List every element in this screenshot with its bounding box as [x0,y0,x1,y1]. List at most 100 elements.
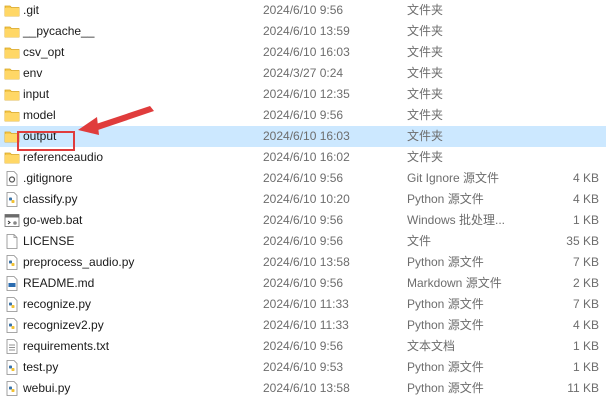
file-type: Python 源文件 [407,360,484,374]
file-date-modified: 2024/6/10 16:03 [263,129,350,143]
file-row[interactable]: webui.py 2024/6/10 13:58 Python 源文件 11 KB [0,378,606,399]
file-date-modified: 2024/6/10 16:03 [263,45,350,59]
file-name: requirements.txt [23,339,110,353]
file-list: .git 2024/6/10 9:56 文件夹 __pycache__ 2024/6/1… [0,0,606,399]
file-row[interactable]: __pycache__ 2024/6/10 13:59 文件夹 [0,21,606,42]
file-size: 4 KB [572,192,599,206]
folder-icon [4,108,20,123]
file-size: 1 KB [572,213,599,227]
file-row[interactable]: classify.py 2024/6/10 10:20 Python 源文件 4 KB [0,189,606,210]
file-type: 文件夹 [407,129,444,143]
file-date-modified: 2024/6/10 11:33 [263,318,349,332]
file-date-modified: 2024/6/10 9:56 [263,108,344,122]
file-size: 7 KB [572,255,599,269]
file-name: README.md [23,276,95,290]
file-name: recognize.py [23,297,92,311]
file-size: 11 KB [567,381,599,395]
file-name: .git [23,3,40,17]
file-date-modified: 2024/6/10 9:56 [263,171,344,185]
file-type: 文件夹 [407,3,444,17]
python-file-icon [4,360,20,375]
file-type: 文件夹 [407,150,444,164]
file-date-modified: 2024/6/10 9:56 [263,213,344,227]
folder-icon [4,66,20,81]
file-row[interactable]: recognize.py 2024/6/10 11:33 Python 源文件 7 K… [0,294,606,315]
file-date-modified: 2024/6/10 9:56 [263,339,344,353]
file-name: model [23,108,56,122]
folder-icon [4,87,20,102]
file-name: classify.py [23,192,78,206]
python-file-icon [4,192,20,207]
file-date-modified: 2024/6/10 9:56 [263,234,344,248]
file-type: Python 源文件 [407,297,484,311]
file-row[interactable]: .gitignore 2024/6/10 9:56 Git Ignore 源文件 4 … [0,168,606,189]
file-type: Python 源文件 [407,381,484,395]
file-row[interactable]: requirements.txt 2024/6/10 9:56 文本文档 1 KB [0,336,606,357]
file-name: recognizev2.py [23,318,104,332]
gitignore-file-icon [4,171,20,186]
file-size: 35 KB [566,234,599,248]
file-name: csv_opt [23,45,65,59]
file-date-modified: 2024/6/10 13:58 [263,381,350,395]
file-size: 2 KB [572,276,599,290]
file-row[interactable]: referenceaudio 2024/6/10 16:02 文件夹 [0,147,606,168]
folder-icon [4,45,20,60]
file-row[interactable]: env 2024/3/27 0:24 文件夹 [0,63,606,84]
file-date-modified: 2024/6/10 13:58 [263,255,350,269]
file-size: 4 KB [572,318,599,332]
file-size: 7 KB [572,297,599,311]
file-name: webui.py [23,381,71,395]
file-row[interactable]: LICENSE 2024/6/10 9:56 文件 35 KB [0,231,606,252]
python-file-icon [4,255,20,270]
file-date-modified: 2024/6/10 13:59 [263,24,350,38]
file-name: go-web.bat [23,213,83,227]
file-type: Python 源文件 [407,318,484,332]
file-date-modified: 2024/6/10 9:56 [263,276,344,290]
file-type: Windows 批处理... [407,213,506,227]
file-row[interactable]: .git 2024/6/10 9:56 文件夹 [0,0,606,21]
python-file-icon [4,318,20,333]
file-row[interactable]: csv_opt 2024/6/10 16:03 文件夹 [0,42,606,63]
file-date-modified: 2024/6/10 9:53 [263,360,344,374]
batch-file-icon [4,213,20,228]
file-row[interactable]: recognizev2.py 2024/6/10 11:33 Python 源文件 4… [0,315,606,336]
file-name: __pycache__ [23,24,95,38]
file-row[interactable]: test.py 2024/6/10 9:53 Python 源文件 1 KB [0,357,606,378]
file-size: 1 KB [572,339,599,353]
file-date-modified: 2024/6/10 9:56 [263,3,344,17]
file-type: 文件夹 [407,45,444,59]
file-row[interactable]: model 2024/6/10 9:56 文件夹 [0,105,606,126]
file-date-modified: 2024/6/10 16:02 [263,150,350,164]
file-type: Python 源文件 [407,255,484,269]
file-date-modified: 2024/6/10 10:20 [263,192,350,206]
annotation-highlight-box [17,131,75,151]
file-type: 文件 [407,234,432,248]
file-type: 文件夹 [407,87,444,101]
file-type: Git Ignore 源文件 [407,171,500,185]
file-name: test.py [23,360,59,374]
file-name: .gitignore [23,171,73,185]
file-size: 1 KB [572,360,599,374]
file-row[interactable]: go-web.bat 2024/6/10 9:56 Windows 批处理... 1 … [0,210,606,231]
file-type: 文本文档 [407,339,456,353]
file-row[interactable]: preprocess_audio.py 2024/6/10 13:58 Python… [0,252,606,273]
python-file-icon [4,297,20,312]
python-file-icon [4,381,20,396]
folder-icon [4,3,20,18]
file-row[interactable]: input 2024/6/10 12:35 文件夹 [0,84,606,105]
file-type: 文件夹 [407,24,444,38]
file-name: env [23,66,43,80]
file-name: input [23,87,50,101]
file-name: preprocess_audio.py [23,255,135,269]
file-row[interactable]: README.md 2024/6/10 9:56 Markdown 源文件 2 KB [0,273,606,294]
folder-icon [4,150,20,165]
file-type: 文件夹 [407,108,444,122]
file-name: LICENSE [23,234,75,248]
file-row[interactable]: output 2024/6/10 16:03 文件夹 [0,126,606,147]
file-type: Markdown 源文件 [407,276,502,290]
file-date-modified: 2024/6/10 12:35 [263,87,350,101]
file-size: 4 KB [572,171,599,185]
file-date-modified: 2024/3/27 0:24 [263,66,344,80]
file-date-modified: 2024/6/10 11:33 [263,297,349,311]
blank-file-icon [4,234,20,249]
